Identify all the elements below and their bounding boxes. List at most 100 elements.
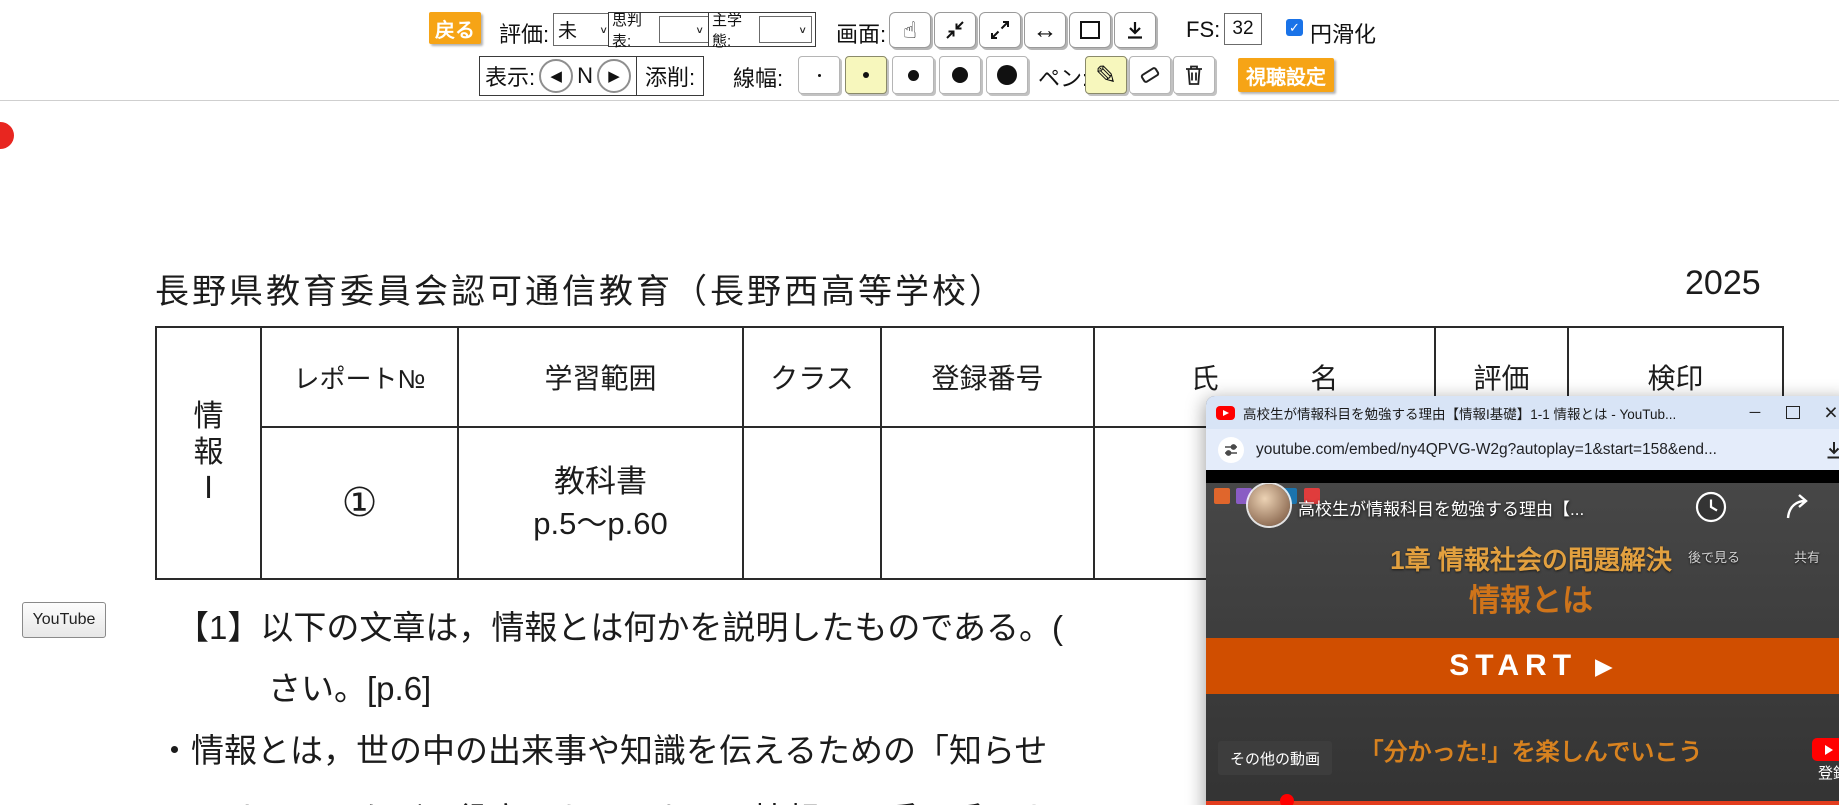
class-cell <box>742 426 882 580</box>
judgment-label: 思判表: <box>612 11 643 50</box>
smoothing-checkbox[interactable]: ✓ <box>1286 19 1303 36</box>
share-arrow-icon <box>1786 494 1808 519</box>
col-class: クラス <box>742 326 882 428</box>
app-root: 戻る 評価: 未 ∨ 思判表: ∨ 主学態: ∨ 画面: ☝ ↔ FS: 32 … <box>0 0 1839 805</box>
display-label: 表示: <box>485 65 536 90</box>
subject-cell: 情報Ⅰ <box>155 326 262 580</box>
chevron-down-icon: ∨ <box>695 23 704 36</box>
video-player[interactable]: 高校生が情報科目を勉強する理由【... 後で見る 共有 1章 情報社会の問題解決… <box>1206 483 1839 805</box>
display-mode-value: N <box>577 63 594 88</box>
trash-icon <box>1186 65 1202 85</box>
col-name-first: 氏 <box>1190 363 1219 394</box>
attitude-group: 主学態: ∨ <box>708 12 816 50</box>
report-title: 長野県教育委員会認可通信教育（長野西高等学校） <box>155 273 1006 311</box>
url-download-icon[interactable] <box>1824 440 1839 460</box>
horizontal-resize-icon: ↔ <box>1032 15 1058 44</box>
judgment-select[interactable]: ∨ <box>658 16 709 43</box>
video-chapter-heading: 1章 情報社会の問題解決 <box>1390 545 1672 575</box>
site-settings-icon[interactable] <box>1218 436 1244 463</box>
line-width-5-button[interactable] <box>986 56 1028 94</box>
youtube-popup-window: 高校生が情報科目を勉強する理由【情報I基礎】1-1 情報とは - YouTub.… <box>1206 396 1839 805</box>
line-width-label: 線幅: <box>733 66 784 91</box>
watch-later-button[interactable] <box>1694 490 1728 524</box>
prev-page-button[interactable]: ◀ <box>539 59 574 93</box>
download-icon <box>1128 22 1142 39</box>
subscribe-label: 登録 <box>1818 765 1839 782</box>
line-width-2-button[interactable] <box>845 56 887 94</box>
download-button[interactable] <box>1114 12 1156 48</box>
popup-url[interactable]: youtube.com/embed/ny4QPVG-W2g?autoplay=1… <box>1256 441 1812 459</box>
study-range-line1: 教科書 <box>554 464 647 500</box>
fontsize-label: FS: <box>1186 17 1221 42</box>
hand-tool-button[interactable]: ☝ <box>889 12 931 48</box>
rectangle-icon <box>1080 21 1100 39</box>
dot-size-2-icon <box>863 72 869 78</box>
attitude-label: 主学態: <box>712 11 743 50</box>
question1-line2: さい。[p.6] <box>268 670 432 707</box>
col-name-second: 名 <box>1310 363 1339 394</box>
next-page-button[interactable]: ▶ <box>597 59 632 93</box>
screen-label: 画面: <box>836 22 887 47</box>
channel-avatar[interactable] <box>1248 484 1290 526</box>
popup-window-title: 高校生が情報科目を勉強する理由【情報I基礎】1-1 情報とは - YouTub.… <box>1243 406 1677 422</box>
delete-tool-button[interactable] <box>1173 56 1215 94</box>
bullet-line: ・情報とは，世の中の出来事や知識を伝えるための「知らせ <box>158 732 1048 769</box>
evaluation-label: 評価: <box>499 22 550 47</box>
toolbar-divider <box>0 100 1839 101</box>
back-button[interactable]: 戻る <box>429 12 481 44</box>
expand-screen-button[interactable] <box>979 12 1021 48</box>
more-videos-button[interactable]: その他の動画 <box>1218 741 1332 775</box>
eraser-icon <box>1140 67 1160 83</box>
popup-titlebar[interactable]: 高校生が情報科目を勉強する理由【情報I基礎】1-1 情報とは - YouTub.… <box>1206 396 1839 429</box>
report-no-cell: ① <box>260 426 459 580</box>
dot-size-5-icon <box>997 65 1017 85</box>
clipped-bottom-line: するひとなどに役立つものである。情報は，受け手によって <box>228 793 1114 805</box>
maximize-button[interactable] <box>1778 406 1808 419</box>
display-group: 表示: ◀ N ▶ <box>479 56 638 96</box>
video-overlay-title[interactable]: 高校生が情報科目を勉強する理由【... <box>1298 495 1584 520</box>
correction-group[interactable]: 添削: <box>636 56 705 96</box>
line-width-1-button[interactable] <box>798 56 840 94</box>
close-button[interactable]: × <box>1816 399 1839 426</box>
line-width-4-button[interactable] <box>939 56 981 94</box>
popup-urlbar: youtube.com/embed/ny4QPVG-W2g?autoplay=1… <box>1206 429 1839 470</box>
expand-icon <box>991 21 1009 39</box>
maximize-icon <box>1786 406 1800 419</box>
fit-width-button[interactable]: ↔ <box>1024 12 1066 48</box>
social-icon-1 <box>1214 488 1230 504</box>
start-button[interactable]: START ▶ <box>1206 638 1839 694</box>
dot-size-3-icon <box>907 69 919 81</box>
dot-size-4-icon <box>952 67 968 83</box>
minimize-button[interactable]: ─ <box>1740 404 1770 421</box>
check-icon: ✓ <box>1289 19 1300 35</box>
video-topic-heading: 情報とは <box>1469 583 1593 618</box>
shrink-screen-button[interactable] <box>934 12 976 48</box>
correction-label: 添削: <box>645 65 696 90</box>
evaluation-value: 未 <box>558 21 578 42</box>
share-button[interactable] <box>1784 492 1816 522</box>
fontsize-input[interactable]: 32 <box>1224 13 1262 45</box>
video-progress-scrubber[interactable] <box>1280 794 1294 805</box>
red-annotation-dot <box>0 122 14 149</box>
video-progress-bar[interactable] <box>1206 801 1839 805</box>
eraser-tool-button[interactable] <box>1129 56 1171 94</box>
dot-size-1-icon <box>817 73 821 77</box>
line-width-3-button[interactable] <box>892 56 934 94</box>
pen-label: ペン: <box>1038 66 1089 91</box>
report-year: 2025 <box>1685 264 1761 302</box>
study-range-line2: p.5〜p.60 <box>533 506 668 541</box>
youtube-link-button[interactable]: YouTube <box>22 602 106 638</box>
clock-icon <box>1695 491 1727 523</box>
youtube-subscribe-icon[interactable] <box>1812 738 1839 761</box>
question1-line1: 【1】以下の文章は，情報とは何かを説明したものである。( <box>176 609 1064 646</box>
prev-icon: ◀ <box>550 68 562 85</box>
evaluation-select[interactable]: 未 ∨ <box>553 13 613 46</box>
start-label: START <box>1449 649 1578 682</box>
view-settings-button[interactable]: 視聴設定 <box>1238 58 1334 92</box>
subject-vertical-text: 情報Ⅰ <box>193 400 224 505</box>
next-icon: ▶ <box>608 68 620 85</box>
col-reg-number: 登録番号 <box>880 326 1095 428</box>
pencil-tool-button[interactable]: ✎ <box>1085 56 1127 94</box>
attitude-select[interactable]: ∨ <box>759 16 812 43</box>
fit-page-button[interactable] <box>1069 12 1111 48</box>
